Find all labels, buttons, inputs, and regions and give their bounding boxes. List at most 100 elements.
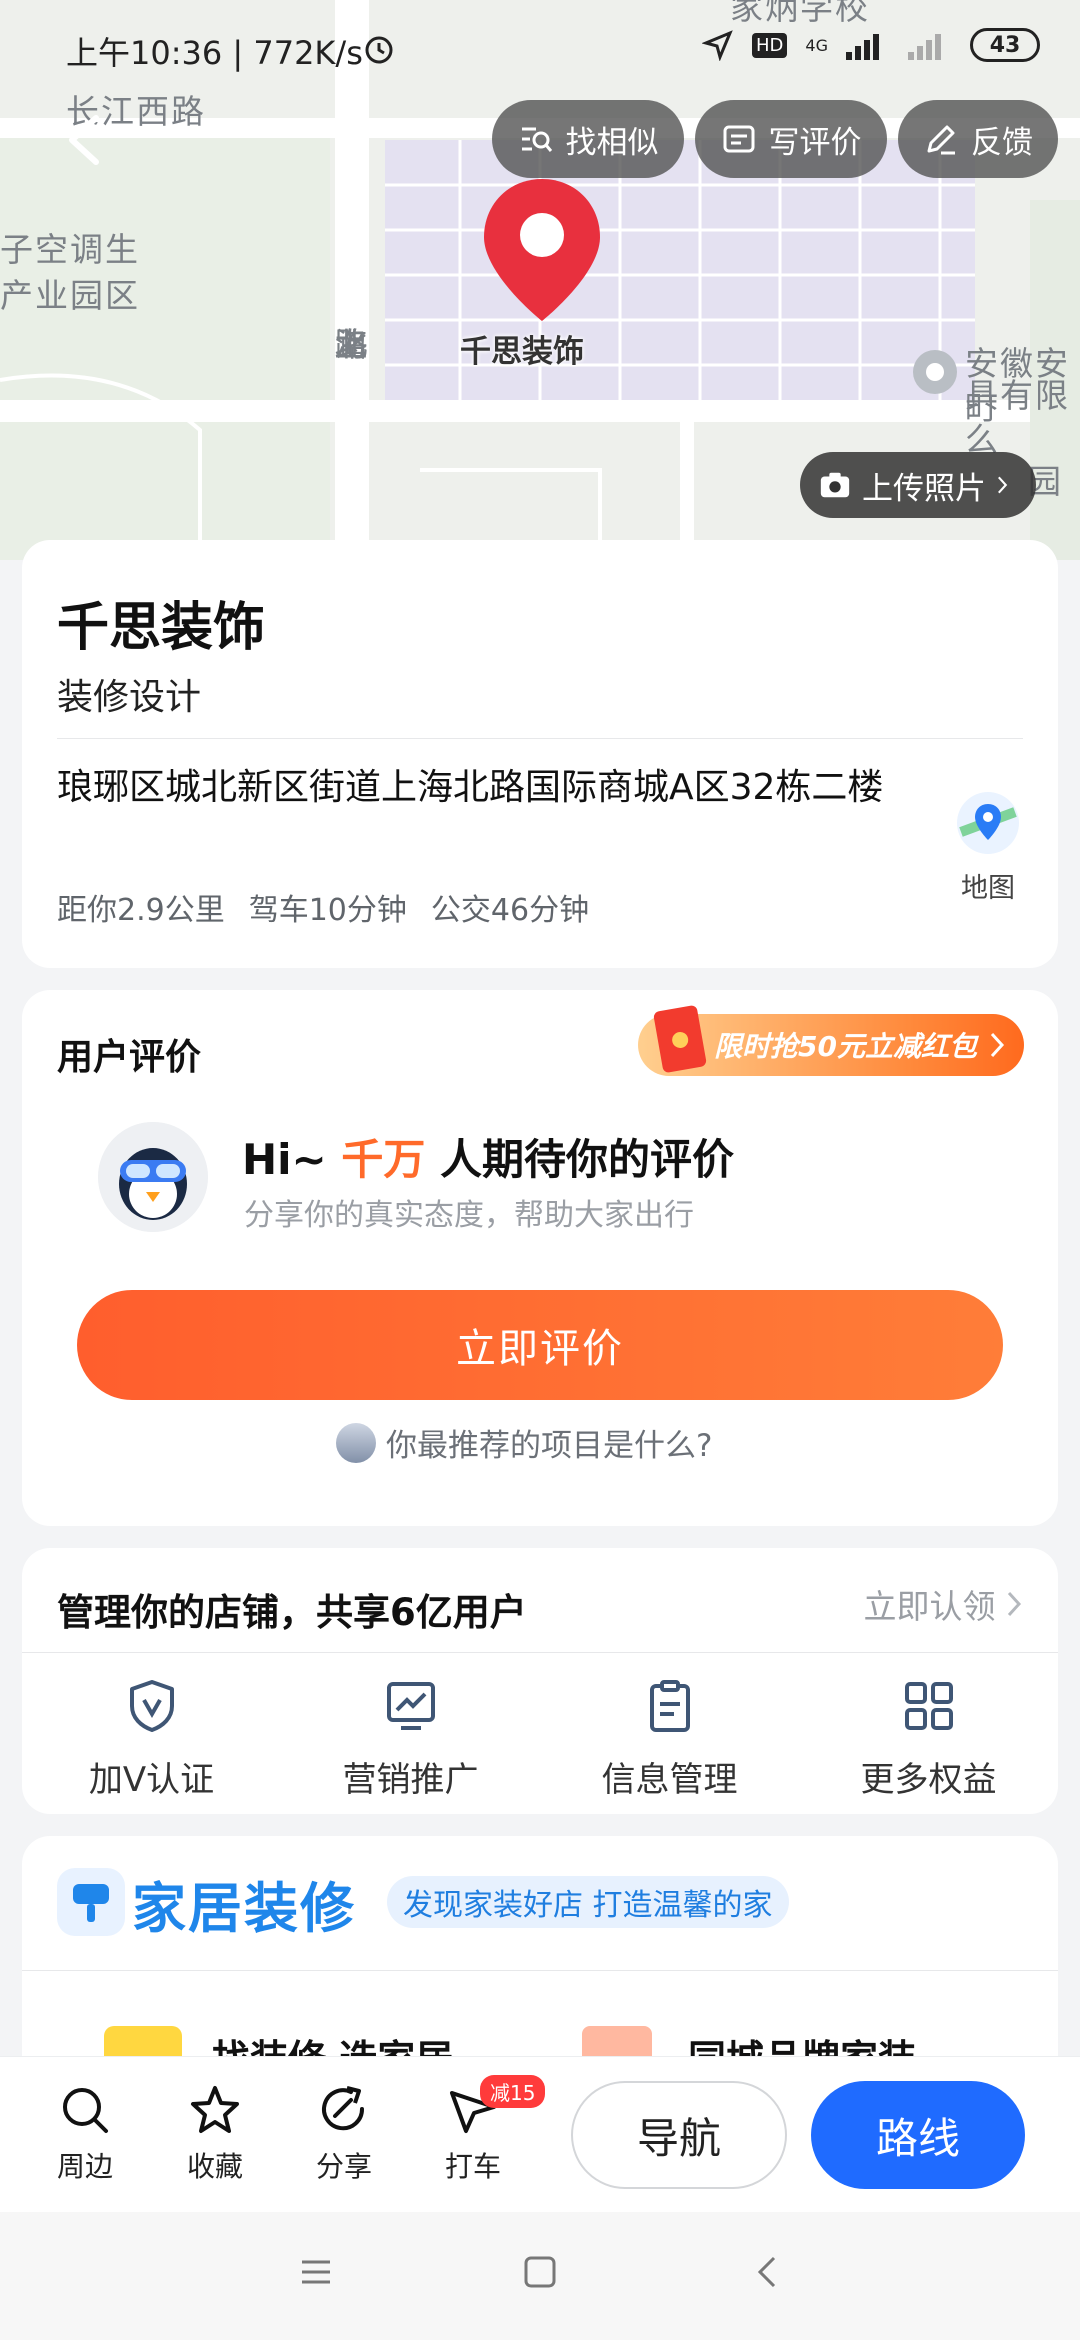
search-list-icon — [521, 127, 552, 152]
signal-secondary-icon — [908, 34, 941, 60]
claim-label: 立即认领 — [863, 1587, 996, 1626]
divider — [22, 1652, 1058, 1653]
coupon-label: 限时抢50元立减红包 — [714, 1030, 977, 1063]
coupon-banner[interactable]: 限时抢50元立减红包 — [638, 1004, 1024, 1076]
distance-info: 距你2.9公里 驾车10分钟 公交46分钟 — [57, 885, 589, 929]
pencil-icon — [927, 125, 955, 155]
deco-title: 家居装修 — [132, 1877, 356, 1940]
taxi-label: 打车 — [444, 2150, 501, 2183]
paint-roller-icon — [57, 1868, 125, 1936]
benefit-verify[interactable]: 加V认证 — [22, 1654, 281, 1801]
location-arrow-icon — [702, 30, 733, 61]
map-button-label: 地图 — [961, 873, 1015, 904]
bus-time: 公交46分钟 — [430, 893, 590, 928]
home-icon[interactable] — [520, 2252, 560, 2292]
benefit-label: 加V认证 — [88, 1760, 215, 1800]
claim-link[interactable]: 立即认领 — [864, 1580, 1023, 1628]
benefit-info[interactable]: 信息管理 — [540, 1654, 799, 1801]
distance-text: 距你2.9公里 — [57, 893, 225, 928]
chevron-right-icon — [1007, 1591, 1022, 1617]
find-similar-button[interactable]: 找相似 — [492, 100, 684, 178]
benefit-more[interactable]: 更多权益 — [799, 1654, 1058, 1801]
mascot-avatar — [98, 1122, 208, 1232]
open-map-button[interactable]: 地图 — [952, 790, 1024, 905]
clipboard-icon — [649, 1680, 690, 1732]
back-icon[interactable] — [748, 2252, 788, 2292]
manage-title: 管理你的店铺，共享6亿用户 — [57, 1591, 527, 1634]
status-icons: HD 4G 43 — [702, 28, 1040, 62]
write-review-label: 写评价 — [768, 124, 862, 161]
search-icon — [63, 2088, 108, 2133]
hi-prefix: Hi~ — [242, 1135, 327, 1184]
red-envelope-icon — [652, 1004, 708, 1074]
map-poi-label: 具有限么 — [965, 376, 1070, 459]
signal-icon — [846, 34, 879, 60]
hd-badge: HD — [752, 32, 788, 58]
route-button[interactable]: 路线 — [811, 2081, 1025, 2189]
navigate-button[interactable]: 导航 — [571, 2081, 787, 2189]
user-avatar — [336, 1422, 376, 1463]
bottom-action-bar: 周边 收藏 分享 减15 打车 导航 路线 — [0, 2056, 1080, 2212]
hi-suffix: 人期待你的评价 — [440, 1135, 735, 1184]
road-char: 路 — [334, 325, 368, 364]
recommend-question-label: 你最推荐的项目是什么? — [386, 1428, 713, 1464]
find-similar-label: 找相似 — [565, 124, 659, 161]
grid-icon — [904, 1682, 953, 1730]
benefits-row: 加V认证 营销推广 信息管理 更多权益 — [22, 1654, 1058, 1801]
review-now-button[interactable]: 立即评价 — [77, 1290, 1003, 1400]
benefit-marketing[interactable]: 营销推广 — [281, 1654, 540, 1801]
menu-icon[interactable] — [296, 2252, 336, 2292]
drive-time: 驾车10分钟 — [248, 893, 407, 928]
map-area-label: 子空调生 — [0, 230, 140, 269]
divider — [57, 738, 1023, 739]
feedback-button[interactable]: 反馈 — [898, 100, 1058, 178]
camera-icon — [820, 472, 850, 498]
write-review-button[interactable]: 写评价 — [695, 100, 887, 178]
upload-photo-label: 上传照片 — [862, 470, 986, 507]
map-area-label: 产业园区 — [0, 276, 140, 315]
favorite-button[interactable]: 收藏 — [170, 2083, 260, 2185]
review-invite-text: Hi~ 千万 人期待你的评价 — [242, 1126, 734, 1187]
trend-chart-icon — [386, 1682, 435, 1730]
place-category: 装修设计 — [57, 677, 202, 718]
share-button[interactable]: 分享 — [299, 2083, 389, 2185]
nearby-label: 周边 — [56, 2150, 113, 2183]
penguin-mascot-icon — [98, 1122, 208, 1232]
message-edit-icon — [723, 125, 754, 153]
feedback-label: 反馈 — [971, 124, 1033, 161]
favorite-label: 收藏 — [186, 2150, 243, 2183]
benefit-label: 信息管理 — [601, 1760, 738, 1800]
user-review-card: 用户评价 限时抢50元立减红包 Hi~ 千万 人期待你的评价 分享你的真实态度，… — [22, 990, 1058, 1526]
deco-tag: 发现家装好店 打造温馨的家 — [387, 1876, 789, 1928]
status-time: 上午10:36 | 772K/s — [66, 34, 363, 72]
review-subtitle: 分享你的真实态度，帮助大家出行 — [244, 1198, 694, 1233]
verified-shield-icon — [129, 1680, 174, 1732]
recommend-question[interactable]: 你最推荐的项目是什么? — [336, 1420, 712, 1465]
taxi-button[interactable]: 减15 打车 — [428, 2075, 546, 2185]
chevron-right-icon — [998, 476, 1008, 494]
back-arrow-icon[interactable] — [60, 110, 110, 170]
benefit-label: 更多权益 — [860, 1760, 997, 1800]
pin-label: 千思装饰 — [460, 334, 584, 370]
benefit-label: 营销推广 — [342, 1760, 479, 1800]
divider — [22, 1970, 1058, 1971]
share-label: 分享 — [315, 2150, 372, 2183]
review-section-title: 用户评价 — [57, 1037, 202, 1078]
upload-photo-button[interactable]: 上传照片 — [800, 452, 1036, 518]
manage-store-card: 管理你的店铺，共享6亿用户 立即认领 加V认证 营销推广 信息管理 更多权益 — [22, 1548, 1058, 1814]
star-icon — [191, 2086, 239, 2133]
place-info-card: 千思装饰 装修设计 琅琊区城北新区街道上海北路国际商城A区32栋二楼 距你2.9… — [22, 540, 1058, 968]
battery-indicator: 43 — [970, 28, 1040, 62]
alarm-icon — [365, 36, 393, 64]
nearby-button[interactable]: 周边 — [40, 2083, 130, 2185]
share-icon — [322, 2086, 365, 2131]
place-address[interactable]: 琅琊区城北新区街道上海北路国际商城A区32栋二楼 — [57, 762, 937, 814]
chevron-right-icon — [990, 1032, 1004, 1058]
paint-roller-shape — [73, 1884, 109, 1922]
network-type: 4G — [805, 35, 828, 55]
status-bar: 上午10:36 | 772K/s HD 4G 43 — [0, 0, 1080, 100]
system-navigation-bar — [0, 2212, 1080, 2340]
location-pin-icon[interactable] — [478, 175, 606, 325]
map-icon — [957, 792, 1019, 854]
taxi-discount-badge: 减15 — [480, 2075, 546, 2108]
